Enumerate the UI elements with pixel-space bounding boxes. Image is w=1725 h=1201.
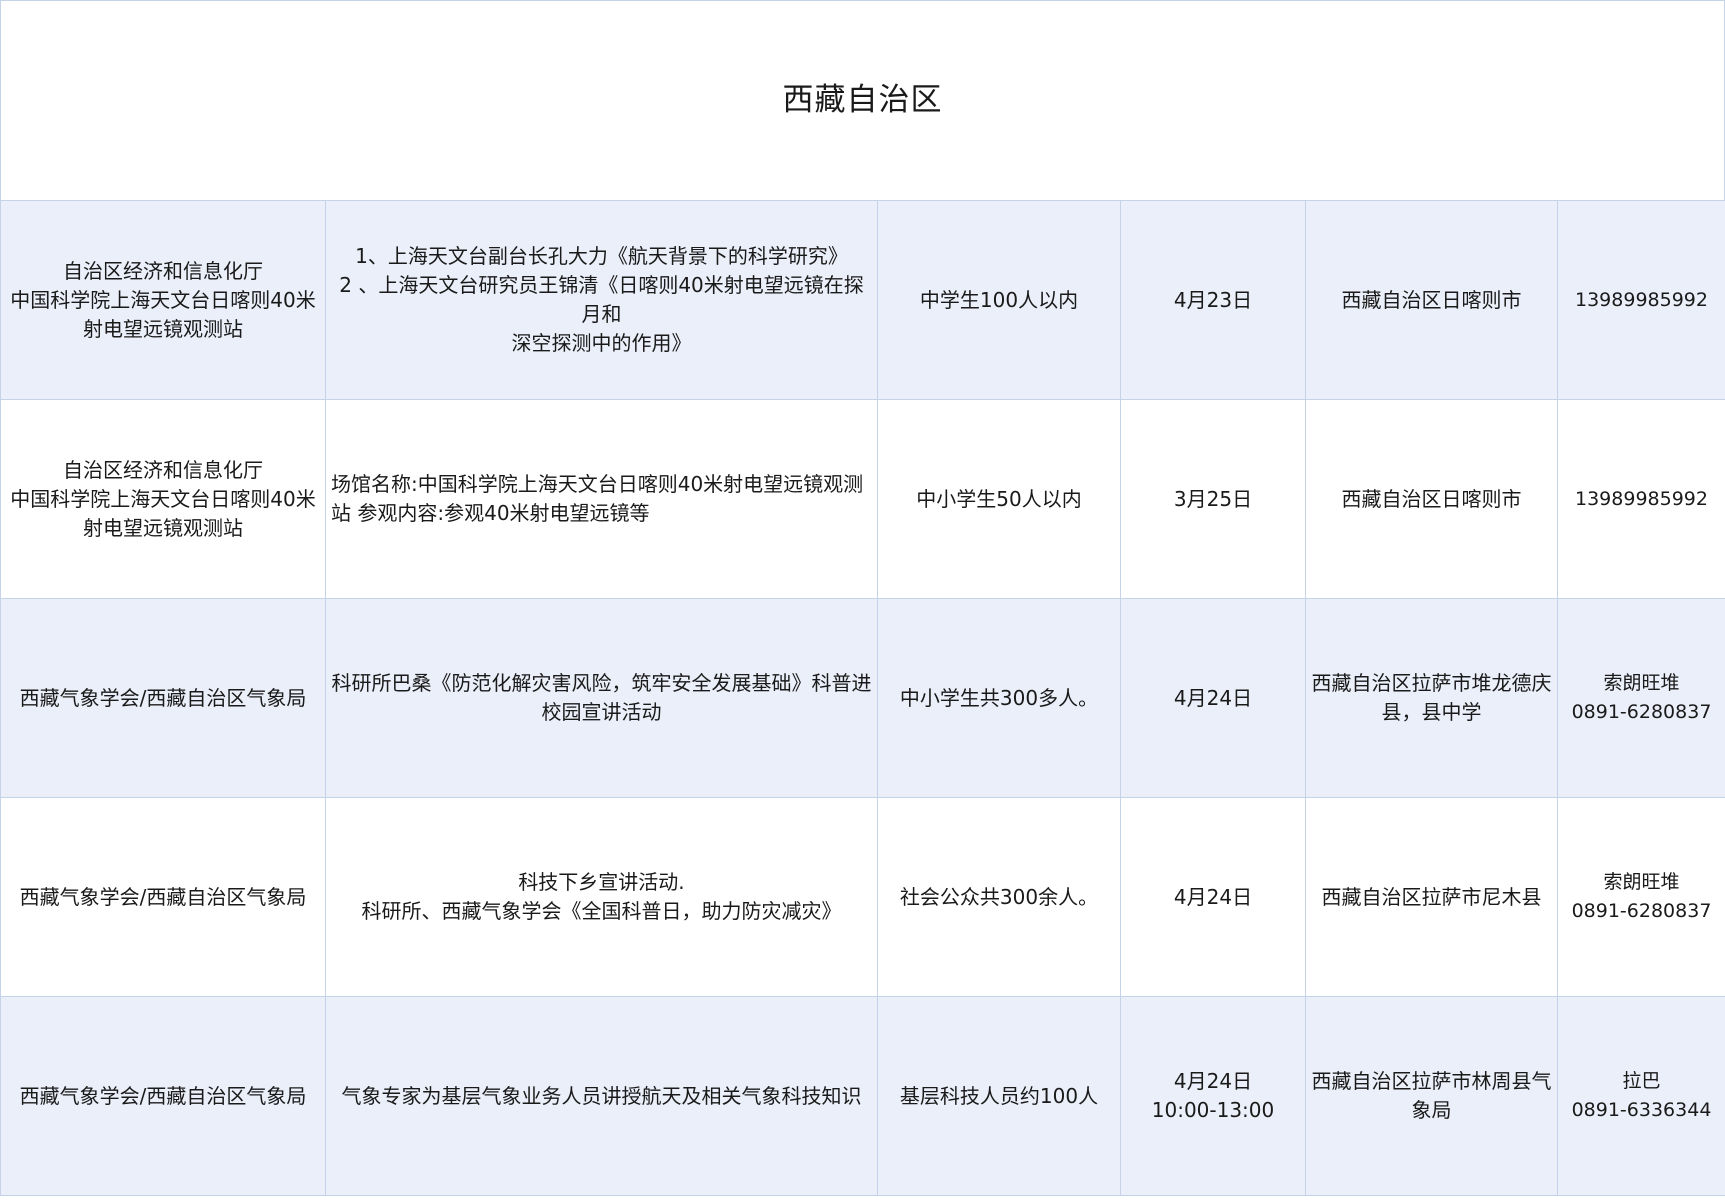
- table-row: 西藏气象学会/西藏自治区气象局 科技下乡宣讲活动. 科研所、西藏气象学会《全国科…: [0, 797, 1725, 997]
- location-cell[interactable]: 西藏自治区拉萨市尼木县: [1305, 797, 1558, 997]
- date-cell[interactable]: 4月24日 10:00-13:00: [1120, 996, 1306, 1196]
- date-cell[interactable]: 4月24日: [1120, 598, 1306, 798]
- content-cell[interactable]: 场馆名称:中国科学院上海天文台日喀则40米射电望远镜观测站 参观内容:参观40米…: [325, 399, 878, 599]
- date-cell[interactable]: 4月24日: [1120, 797, 1306, 997]
- table-row: 自治区经济和信息化厅 中国科学院上海天文台日喀则40米射电望远镜观测站 1、上海…: [0, 200, 1725, 400]
- organizer-cell[interactable]: 西藏气象学会/西藏自治区气象局: [0, 598, 326, 798]
- organizer-cell[interactable]: 自治区经济和信息化厅 中国科学院上海天文台日喀则40米射电望远镜观测站: [0, 200, 326, 400]
- spreadsheet: 西藏自治区 自治区经济和信息化厅 中国科学院上海天文台日喀则40米射电望远镜观测…: [0, 0, 1725, 1201]
- table-row: 西藏气象学会/西藏自治区气象局 气象专家为基层气象业务人员讲授航天及相关气象科技…: [0, 996, 1725, 1196]
- contact-cell[interactable]: 13989985992: [1557, 200, 1725, 400]
- content-cell[interactable]: 气象专家为基层气象业务人员讲授航天及相关气象科技知识: [325, 996, 878, 1196]
- audience-cell[interactable]: 中小学生50人以内: [877, 399, 1121, 599]
- organizer-cell[interactable]: 西藏气象学会/西藏自治区气象局: [0, 797, 326, 997]
- location-cell[interactable]: 西藏自治区拉萨市堆龙德庆县，县中学: [1305, 598, 1558, 798]
- contact-cell[interactable]: 索朗旺堆 0891-6280837: [1557, 598, 1725, 798]
- organizer-cell[interactable]: 西藏气象学会/西藏自治区气象局: [0, 996, 326, 1196]
- location-cell[interactable]: 西藏自治区日喀则市: [1305, 399, 1558, 599]
- contact-cell[interactable]: 拉巴 0891-6336344: [1557, 996, 1725, 1196]
- content-cell[interactable]: 科技下乡宣讲活动. 科研所、西藏气象学会《全国科普日，助力防灾减灾》: [325, 797, 878, 997]
- audience-cell[interactable]: 中学生100人以内: [877, 200, 1121, 400]
- location-cell[interactable]: 西藏自治区拉萨市林周县气象局: [1305, 996, 1558, 1196]
- audience-cell[interactable]: 中小学生共300多人。: [877, 598, 1121, 798]
- contact-cell[interactable]: 13989985992: [1557, 399, 1725, 599]
- audience-cell[interactable]: 社会公众共300余人。: [877, 797, 1121, 997]
- location-cell[interactable]: 西藏自治区日喀则市: [1305, 200, 1558, 400]
- contact-cell[interactable]: 索朗旺堆 0891-6280837: [1557, 797, 1725, 997]
- table-row: 自治区经济和信息化厅 中国科学院上海天文台日喀则40米射电望远镜观测站 场馆名称…: [0, 399, 1725, 599]
- table-row: 西藏气象学会/西藏自治区气象局 科研所巴桑《防范化解灾害风险，筑牢安全发展基础》…: [0, 598, 1725, 798]
- date-cell[interactable]: 3月25日: [1120, 399, 1306, 599]
- content-cell[interactable]: 1、上海天文台副台长孔大力《航天背景下的科学研究》 2 、上海天文台研究员王锦清…: [325, 200, 878, 400]
- date-cell[interactable]: 4月23日: [1120, 200, 1306, 400]
- organizer-cell[interactable]: 自治区经济和信息化厅 中国科学院上海天文台日喀则40米射电望远镜观测站: [0, 399, 326, 599]
- content-cell[interactable]: 科研所巴桑《防范化解灾害风险，筑牢安全发展基础》科普进校园宣讲活动: [325, 598, 878, 798]
- events-table: 自治区经济和信息化厅 中国科学院上海天文台日喀则40米射电望远镜观测站 1、上海…: [0, 200, 1725, 1196]
- title-cell[interactable]: 西藏自治区: [0, 0, 1725, 200]
- page-title: 西藏自治区: [782, 82, 943, 118]
- audience-cell[interactable]: 基层科技人员约100人: [877, 996, 1121, 1196]
